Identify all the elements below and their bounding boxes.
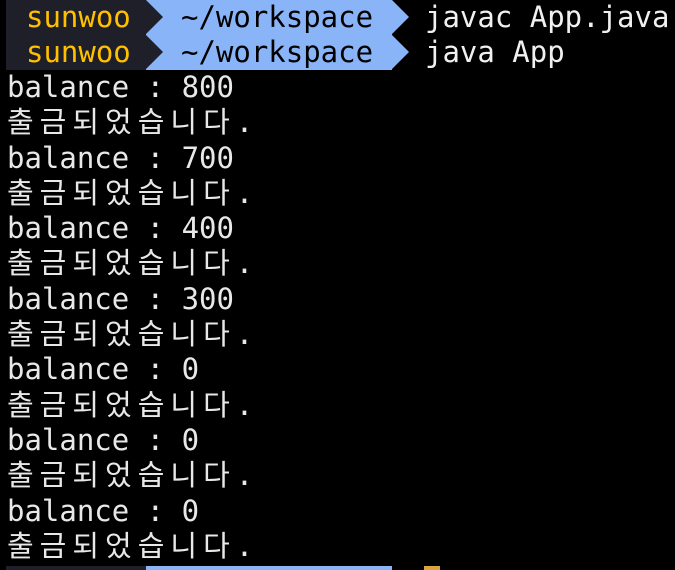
prompt-path: ~/workspace bbox=[181, 0, 374, 34]
prompt-command: java App bbox=[425, 35, 565, 69]
prompt-line-1: sunwoo ~/workspace javac App.java bbox=[0, 0, 675, 35]
output-line-balance: balance : 300 bbox=[7, 281, 234, 316]
powerline-arrow-icon bbox=[146, 0, 163, 34]
output-line-balance: balance : 0 bbox=[7, 422, 200, 457]
output-line-message: 출금되었습니다. bbox=[7, 528, 260, 563]
prompt-user: sunwoo bbox=[26, 35, 131, 69]
terminal-window[interactable]: sunwoo ~/workspace javac App.java sunwoo… bbox=[0, 0, 675, 570]
prompt-line-2: sunwoo ~/workspace java App bbox=[0, 35, 675, 70]
output-line-message: 출금되었습니다. bbox=[7, 317, 260, 352]
prompt-user-segment: sunwoo bbox=[6, 0, 146, 35]
output-line-message: 출금되었습니다. bbox=[7, 175, 260, 210]
output-line-balance: balance : 800 bbox=[7, 70, 234, 104]
output-line-balance: balance : 700 bbox=[7, 140, 234, 175]
next-prompt-path-segment bbox=[146, 566, 392, 570]
terminal-output: balance : 800 출금되었습니다. balance : 700 출금되… bbox=[7, 70, 667, 564]
output-line-message: 출금되었습니다. bbox=[7, 458, 260, 493]
prompt-path-segment: ~/workspace bbox=[146, 0, 392, 35]
output-line-message: 출금되었습니다. bbox=[7, 246, 260, 281]
output-line-balance: balance : 0 bbox=[7, 493, 200, 528]
prompt-path-segment: ~/workspace bbox=[146, 35, 392, 70]
output-line-balance: balance : 400 bbox=[7, 211, 234, 246]
prompt-user: sunwoo bbox=[26, 0, 131, 34]
output-line-message: 출금되었습니다. bbox=[7, 105, 260, 140]
powerline-arrow-icon bbox=[146, 35, 163, 69]
powerline-arrow-icon bbox=[392, 35, 409, 69]
prompt-command: javac App.java bbox=[425, 0, 670, 34]
output-line-message: 출금되었습니다. bbox=[7, 387, 260, 422]
output-line-balance: balance : 0 bbox=[7, 352, 200, 387]
prompt-path: ~/workspace bbox=[181, 35, 374, 69]
next-prompt-user-segment bbox=[6, 566, 146, 570]
powerline-arrow-icon bbox=[392, 0, 409, 34]
prompt-user-segment: sunwoo bbox=[6, 35, 146, 70]
terminal-cursor bbox=[424, 566, 440, 570]
